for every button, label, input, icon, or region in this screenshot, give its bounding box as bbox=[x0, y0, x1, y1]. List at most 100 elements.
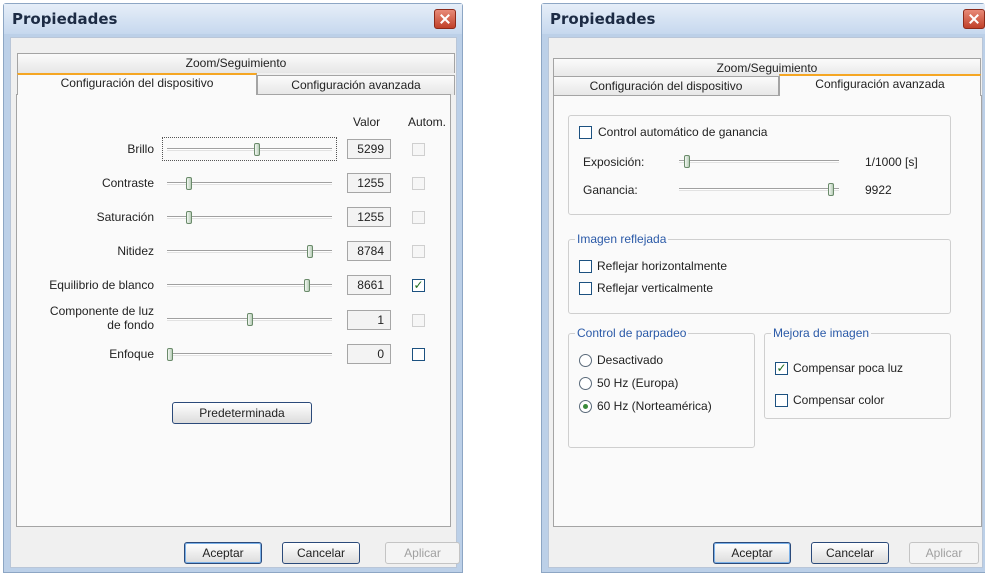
cancel-button[interactable]: Cancelar bbox=[282, 542, 360, 564]
mirror-group: Imagen reflejada Reflejar horizontalment… bbox=[568, 232, 951, 314]
backlight-slider[interactable] bbox=[167, 313, 332, 326]
tab-advanced-settings[interactable]: Configuración avanzada bbox=[257, 75, 455, 95]
gain-label: Ganancia: bbox=[583, 183, 638, 197]
enhance-group: Mejora de imagen ✓ Compensar poca luz Co… bbox=[764, 326, 951, 419]
compensate-color-label: Compensar color bbox=[793, 393, 885, 407]
radio-60hz-label: 60 Hz (Norteamérica) bbox=[597, 399, 712, 413]
row-label-line1: Componente de luz bbox=[49, 304, 154, 318]
row-label: Enfoque bbox=[109, 347, 154, 361]
row-label: Nitidez bbox=[117, 244, 154, 258]
slider-thumb[interactable] bbox=[167, 348, 173, 361]
properties-dialog-advanced: Propiedades Zoom/Seguimiento Configuraci… bbox=[541, 3, 985, 573]
value-box[interactable]: 8784 bbox=[347, 241, 391, 261]
auto-checkbox bbox=[412, 143, 425, 156]
default-button[interactable]: Predeterminada bbox=[172, 402, 312, 424]
white-balance-slider[interactable] bbox=[167, 279, 332, 292]
auto-checkbox bbox=[412, 177, 425, 190]
close-icon[interactable] bbox=[963, 9, 985, 29]
dialog-title: Propiedades bbox=[550, 10, 656, 28]
value-box[interactable]: 1255 bbox=[347, 173, 391, 193]
focus-slider[interactable] bbox=[167, 348, 332, 361]
mirror-vertical-label: Reflejar verticalmente bbox=[597, 281, 714, 295]
value-box[interactable]: 5299 bbox=[347, 139, 391, 159]
tab-advanced-settings[interactable]: Configuración avanzada bbox=[779, 74, 981, 96]
low-light-checkbox[interactable]: ✓ bbox=[775, 362, 788, 375]
value-box[interactable]: 0 bbox=[347, 344, 391, 364]
mirror-horizontal-label: Reflejar horizontalmente bbox=[597, 259, 728, 273]
agc-label: Control automático de ganancia bbox=[598, 125, 768, 139]
auto-checkbox bbox=[412, 211, 425, 224]
value-box[interactable]: 1 bbox=[347, 310, 391, 330]
column-header-value: Valor bbox=[353, 115, 381, 129]
gain-slider[interactable] bbox=[679, 183, 839, 196]
row-backlight: Componente de luz de fondo 1 bbox=[17, 303, 457, 337]
advanced-settings-panel: Control automático de ganancia Exposició… bbox=[553, 95, 982, 527]
exposure-label: Exposición: bbox=[583, 155, 645, 169]
radio-off-label: Desactivado bbox=[597, 353, 664, 367]
row-label: Brillo bbox=[127, 142, 154, 156]
saturation-slider[interactable] bbox=[167, 211, 332, 224]
tab-device-settings[interactable]: Configuración del dispositivo bbox=[553, 76, 779, 96]
row-label: Contraste bbox=[101, 176, 154, 190]
tab-zoom-tracking[interactable]: Zoom/Seguimiento bbox=[17, 53, 455, 73]
exposure-slider[interactable] bbox=[679, 155, 839, 168]
slider-thumb[interactable] bbox=[828, 183, 834, 196]
title-bar[interactable]: Propiedades bbox=[4, 4, 462, 34]
exposure-value: 1/1000 [s] bbox=[865, 155, 918, 169]
flicker-group: Control de parpadeo Desactivado 50 Hz (E… bbox=[568, 326, 755, 448]
value-box[interactable]: 1255 bbox=[347, 207, 391, 227]
row-label: Saturación bbox=[96, 210, 154, 224]
gain-group: Control automático de ganancia Exposició… bbox=[568, 115, 951, 215]
slider-thumb[interactable] bbox=[307, 245, 313, 258]
apply-button[interactable]: Aplicar bbox=[385, 542, 460, 564]
slider-thumb[interactable] bbox=[186, 211, 192, 224]
dialog-title: Propiedades bbox=[12, 10, 118, 28]
row-white-balance: Equilibrio de blanco 8661 ✓ bbox=[17, 275, 457, 295]
agc-checkbox[interactable] bbox=[579, 126, 592, 139]
properties-dialog-device: Propiedades Zoom/Seguimiento Configuraci… bbox=[3, 3, 463, 573]
gain-value: 9922 bbox=[865, 183, 892, 197]
row-label: Equilibrio de blanco bbox=[49, 278, 154, 292]
ok-button[interactable]: Aceptar bbox=[184, 542, 262, 564]
dialog-client: Zoom/Seguimiento Configuración del dispo… bbox=[548, 37, 983, 568]
slider-thumb[interactable] bbox=[247, 313, 253, 326]
contrast-slider[interactable] bbox=[167, 177, 332, 190]
radio-off[interactable] bbox=[579, 354, 592, 367]
brightness-slider[interactable] bbox=[167, 143, 332, 156]
column-header-auto: Autom. bbox=[408, 115, 447, 129]
row-brightness: Brillo 5299 bbox=[17, 137, 457, 161]
row-saturation: Saturación 1255 bbox=[17, 207, 457, 227]
mirror-vertical-checkbox[interactable] bbox=[579, 282, 592, 295]
slider-thumb[interactable] bbox=[304, 279, 310, 292]
auto-checkbox[interactable] bbox=[412, 348, 425, 361]
tab-device-settings[interactable]: Configuración del dispositivo bbox=[17, 73, 257, 95]
auto-checkbox bbox=[412, 245, 425, 258]
mirror-horizontal-checkbox[interactable] bbox=[579, 260, 592, 273]
sharpness-slider[interactable] bbox=[167, 245, 332, 258]
row-focus: Enfoque 0 bbox=[17, 344, 457, 364]
enhance-legend: Mejora de imagen bbox=[771, 326, 872, 340]
slider-thumb[interactable] bbox=[186, 177, 192, 190]
row-contrast: Contraste 1255 bbox=[17, 173, 457, 193]
radio-60hz[interactable] bbox=[579, 400, 592, 413]
row-sharpness: Nitidez 8784 bbox=[17, 241, 457, 261]
flicker-legend: Control de parpadeo bbox=[575, 326, 689, 340]
dialog-client: Zoom/Seguimiento Configuración del dispo… bbox=[10, 37, 460, 568]
slider-thumb[interactable] bbox=[684, 155, 690, 168]
auto-checkbox[interactable]: ✓ bbox=[412, 279, 425, 292]
apply-button[interactable]: Aplicar bbox=[909, 542, 979, 564]
slider-thumb[interactable] bbox=[254, 143, 260, 156]
radio-50hz-label: 50 Hz (Europa) bbox=[597, 376, 679, 390]
low-light-label: Compensar poca luz bbox=[793, 361, 904, 375]
ok-button[interactable]: Aceptar bbox=[713, 542, 791, 564]
device-settings-panel: Valor Autom. Brillo 5299 Contraste 1255 … bbox=[16, 94, 451, 527]
mirror-legend: Imagen reflejada bbox=[575, 232, 669, 246]
cancel-button[interactable]: Cancelar bbox=[811, 542, 889, 564]
auto-checkbox bbox=[412, 314, 425, 327]
title-bar[interactable]: Propiedades bbox=[542, 4, 985, 34]
value-box[interactable]: 8661 bbox=[347, 275, 391, 295]
close-icon[interactable] bbox=[434, 9, 456, 29]
compensate-color-checkbox[interactable] bbox=[775, 394, 788, 407]
row-label-line2: de fondo bbox=[107, 318, 154, 332]
radio-50hz[interactable] bbox=[579, 377, 592, 390]
